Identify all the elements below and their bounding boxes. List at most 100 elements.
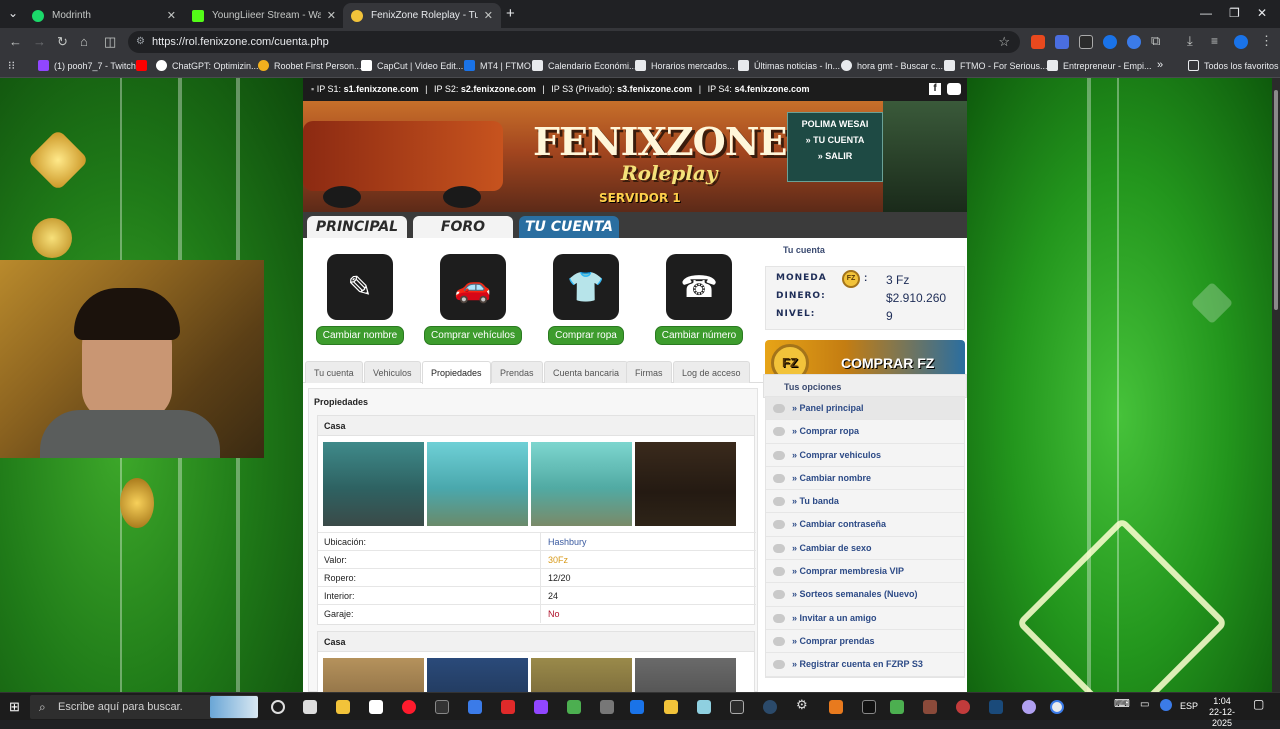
extension-blue-icon[interactable] xyxy=(1103,35,1117,49)
account-link[interactable]: » TU CUENTA xyxy=(788,135,882,145)
bookmark-item[interactable]: (1) pooh7_7 - Twitch xyxy=(38,60,136,71)
steam-icon[interactable] xyxy=(989,700,1003,714)
extension-fox-icon[interactable] xyxy=(1031,35,1045,49)
option-cambiar-contrasena[interactable]: » Cambiar contraseña xyxy=(766,513,964,537)
bookmark-item[interactable]: MT4 | FTMO xyxy=(464,60,531,71)
youtube-icon[interactable] xyxy=(947,83,961,95)
option-cambiar-de-sexo[interactable]: » Cambiar de sexo xyxy=(766,537,964,561)
settings-icon[interactable]: ⚙ xyxy=(796,697,810,712)
close-window-icon[interactable]: ✕ xyxy=(1257,6,1267,20)
option-registrar-s3[interactable]: » Registrar cuenta en FZRP S3 xyxy=(766,653,964,677)
reload-icon[interactable]: ↻ xyxy=(57,34,68,50)
subtab-log-de-acceso[interactable]: Log de acceso xyxy=(673,361,750,383)
file-explorer-icon[interactable] xyxy=(336,700,350,714)
option-cambiar-nombre[interactable]: » Cambiar nombre xyxy=(766,467,964,491)
tiktok-icon[interactable] xyxy=(862,700,876,714)
property-photo[interactable] xyxy=(427,442,528,526)
notepad-icon[interactable] xyxy=(369,700,383,714)
property-photo[interactable] xyxy=(635,442,736,526)
bookmark-item[interactable] xyxy=(136,60,152,71)
chrome-icon[interactable] xyxy=(1050,700,1064,714)
scrollbar-thumb[interactable] xyxy=(1274,90,1278,310)
option-comprar-ropa[interactable]: » Comprar ropa xyxy=(766,420,964,444)
extension-puzzle-dark-icon[interactable] xyxy=(1079,35,1093,49)
bookmark-item[interactable]: Horarios mercados... xyxy=(635,60,735,71)
reading-list-icon[interactable]: ≡ xyxy=(1211,34,1225,48)
property-photo[interactable] xyxy=(323,442,424,526)
bookmark-item[interactable]: CapCut | Video Edit... xyxy=(361,60,463,71)
cortana-icon[interactable] xyxy=(271,700,285,714)
subtab-propiedades[interactable]: Propiedades xyxy=(422,361,491,384)
property-photo[interactable] xyxy=(323,658,424,692)
app-green-icon[interactable] xyxy=(567,700,581,714)
extension-round-icon[interactable] xyxy=(1127,35,1141,49)
app-red-icon[interactable] xyxy=(501,700,515,714)
bookmark-item[interactable]: Últimas noticias - In... xyxy=(738,60,840,71)
tab-search-chevron-icon[interactable]: ⌄ xyxy=(8,6,18,20)
buy-vehicles-button[interactable]: Comprar vehículos xyxy=(424,326,522,345)
app-orange-icon[interactable] xyxy=(829,700,843,714)
restore-icon[interactable]: ❐ xyxy=(1229,6,1240,20)
facebook-icon[interactable]: f xyxy=(929,83,941,95)
app-brown-icon[interactable] xyxy=(923,700,937,714)
extensions-icon[interactable]: ⧉ xyxy=(1151,33,1165,48)
search-highlight-icon[interactable] xyxy=(210,696,258,718)
back-icon[interactable]: ← xyxy=(9,34,22,50)
bookmark-item[interactable]: ChatGPT: Optimizin... xyxy=(156,60,259,71)
option-tu-banda[interactable]: » Tu banda xyxy=(766,490,964,514)
option-comprar-vip[interactable]: » Comprar membresia VIP xyxy=(766,560,964,584)
property-photo[interactable] xyxy=(635,658,736,692)
logout-link[interactable]: » SALIR xyxy=(788,151,882,161)
profile-avatar[interactable] xyxy=(1234,35,1248,49)
discord-icon[interactable] xyxy=(1022,700,1036,714)
bookmark-item[interactable]: Roobet First Person... xyxy=(258,60,362,71)
property-photo[interactable] xyxy=(427,658,528,692)
bookmark-item[interactable]: FTMO - For Serious... xyxy=(944,60,1048,71)
sticky-notes-icon[interactable] xyxy=(664,700,678,714)
option-comprar-vehiculos[interactable]: » Comprar vehiculos xyxy=(766,444,964,467)
subtab-firmas[interactable]: Firmas xyxy=(626,361,672,383)
forward-icon[interactable]: → xyxy=(33,34,46,50)
language-indicator[interactable]: ESP xyxy=(1180,701,1198,712)
buy-clothes-button[interactable]: Comprar ropa xyxy=(548,326,624,345)
home-icon[interactable]: ⌂ xyxy=(80,34,88,50)
copilot-icon[interactable] xyxy=(468,700,482,714)
minimize-icon[interactable]: — xyxy=(1200,6,1212,20)
subtab-prendas[interactable]: Prendas xyxy=(491,361,543,383)
task-view-icon[interactable] xyxy=(303,700,317,714)
app-circle-icon[interactable] xyxy=(956,700,970,714)
apps-icon[interactable]: ⁝⁝ xyxy=(8,59,15,72)
new-tab-button[interactable]: + xyxy=(506,5,515,22)
bookmark-item[interactable]: Entrepreneur - Empi... xyxy=(1047,60,1152,71)
subtab-vehiculos[interactable]: Vehiculos xyxy=(364,361,421,383)
nav-foro[interactable]: FORO xyxy=(413,216,513,238)
close-tab-icon[interactable]: ✕ xyxy=(167,9,176,22)
option-comprar-prendas[interactable]: » Comprar prendas xyxy=(766,630,964,654)
network-icon[interactable]: ▭ xyxy=(1140,699,1149,710)
close-tab-icon[interactable]: ✕ xyxy=(484,9,493,22)
nav-principal[interactable]: PRINCIPAL xyxy=(307,216,407,238)
change-number-button[interactable]: Cambiar número xyxy=(654,326,744,345)
app-round-icon[interactable] xyxy=(763,700,777,714)
tab-modrinth[interactable]: Modrinth ✕ xyxy=(24,3,184,28)
scrollbar[interactable] xyxy=(1272,78,1280,692)
subtab-cuenta-bancaria[interactable]: Cuenta bancaria xyxy=(544,361,629,383)
bookmark-item[interactable]: hora gmt - Buscar c... xyxy=(841,60,943,71)
extension-translate-icon[interactable] xyxy=(1055,35,1069,49)
opera-icon[interactable] xyxy=(402,700,416,714)
minecraft-icon[interactable] xyxy=(890,700,904,714)
nav-tu-cuenta[interactable]: TU CUENTA xyxy=(519,216,619,238)
calculator-icon[interactable] xyxy=(600,700,614,714)
change-name-button[interactable]: Cambiar nombre xyxy=(315,326,405,345)
clock[interactable]: 1:04 22-12-2025 xyxy=(1200,696,1244,729)
app-light-icon[interactable] xyxy=(697,700,711,714)
zoom-icon[interactable] xyxy=(630,700,644,714)
app-dark-icon[interactable] xyxy=(730,700,744,714)
url-bar[interactable]: ⚙ https://rol.fenixzone.com/cuenta.php ☆ xyxy=(128,31,1020,53)
subtab-tu-cuenta[interactable]: Tu cuenta xyxy=(305,361,363,383)
split-view-icon[interactable]: ◫ xyxy=(104,34,116,50)
app-icon[interactable] xyxy=(435,700,449,714)
all-bookmarks[interactable]: Todos los favoritos xyxy=(1188,60,1279,71)
twitch-icon[interactable] xyxy=(534,700,548,714)
more-bookmarks-icon[interactable]: » xyxy=(1157,59,1163,71)
